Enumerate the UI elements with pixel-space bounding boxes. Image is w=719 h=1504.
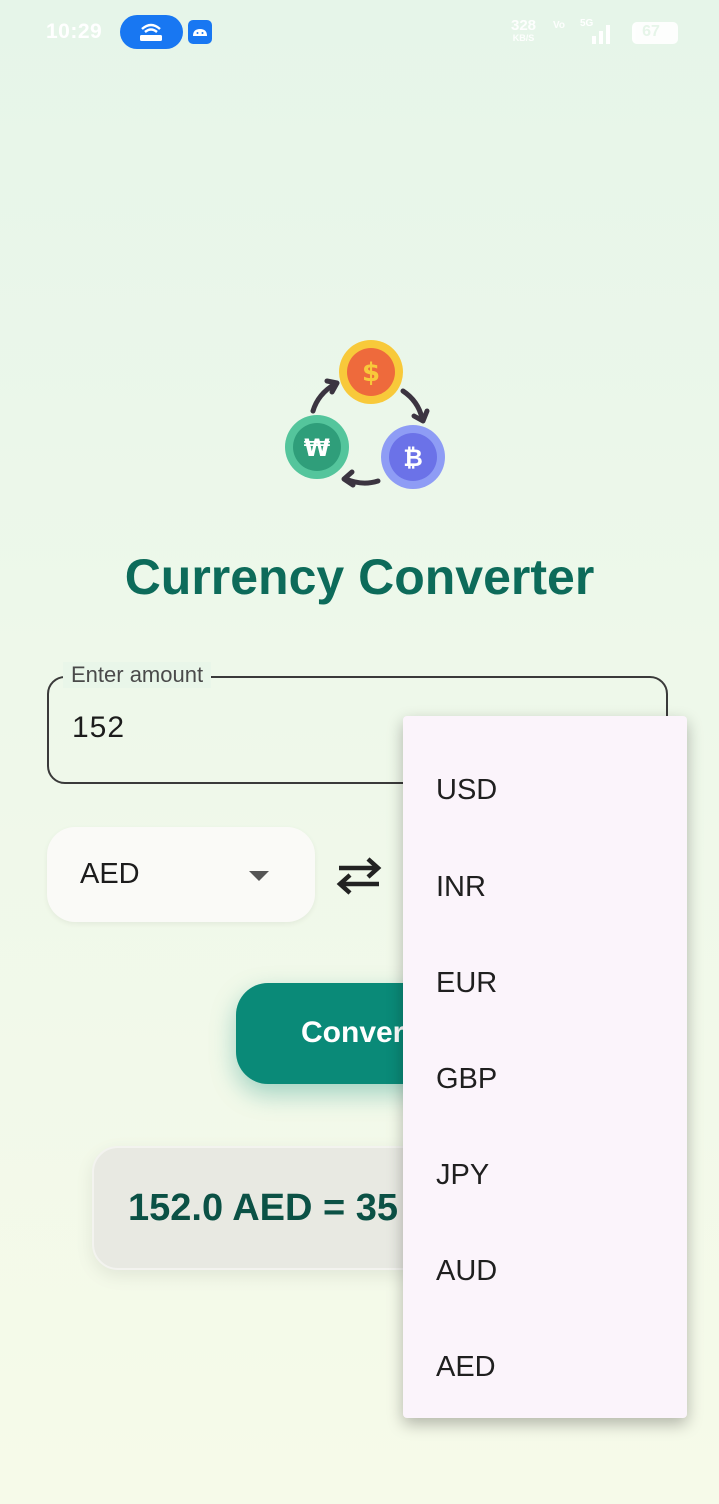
svg-text:₩: ₩ [304, 434, 331, 462]
net-speed-unit: KB/S [512, 33, 535, 43]
menu-item-eur[interactable]: EUR [403, 923, 687, 1019]
app-title: Currency Converter [124, 549, 595, 605]
amount-label: Enter amount [63, 662, 212, 688]
net-speed-indicator: 328 KB/S [511, 18, 536, 43]
menu-item-gbp[interactable]: GBP [403, 1019, 687, 1115]
volte-indicator: Vo [553, 20, 566, 31]
battery-icon: 67 [632, 22, 678, 44]
status-time: 10:29 [46, 20, 103, 43]
svg-text:$: $ [362, 358, 380, 388]
convert-button-label: Convert [301, 1016, 415, 1049]
result-card: 152.0 AED = 35 [92, 1146, 452, 1270]
signal-5g-icon: 5G [578, 18, 616, 46]
menu-item-label: USD [436, 774, 498, 806]
menu-item-aud[interactable]: AUD [403, 1211, 687, 1307]
from-currency-value: AED [80, 858, 140, 890]
result-text: 152.0 AED = 35 [128, 1187, 399, 1229]
menu-item-label: GBP [436, 1063, 498, 1095]
android-icon [188, 20, 212, 44]
from-currency-dropdown[interactable]: AED [47, 827, 315, 922]
menu-item-aed[interactable]: AED [403, 1307, 687, 1403]
status-bar: 10:29 328 KB/S Vo 5G 67 [0, 0, 719, 64]
menu-item-label: AED [436, 1351, 496, 1383]
menu-item-label: AUD [436, 1255, 498, 1287]
net-speed-value: 328 [511, 17, 537, 34]
caret-down-icon [249, 871, 269, 881]
menu-item-label: JPY [436, 1159, 490, 1191]
menu-item-label: EUR [436, 967, 498, 999]
battery-level: 67 [642, 23, 660, 40]
swap-arrows-icon[interactable] [335, 856, 383, 896]
amount-value[interactable]: 152 [72, 711, 125, 745]
menu-item-jpy[interactable]: JPY [403, 1115, 687, 1211]
menu-item-usd[interactable]: USD [403, 730, 687, 826]
menu-item-inr[interactable]: INR [403, 827, 687, 923]
currency-dropdown-menu: USD INR EUR GBP JPY AUD AED [403, 716, 687, 1418]
menu-item-label: INR [436, 871, 486, 903]
svg-text:₿: ₿ [403, 444, 423, 472]
currency-exchange-logo-icon: $ ₩ ₿ [280, 336, 450, 496]
hotspot-icon [120, 15, 183, 49]
